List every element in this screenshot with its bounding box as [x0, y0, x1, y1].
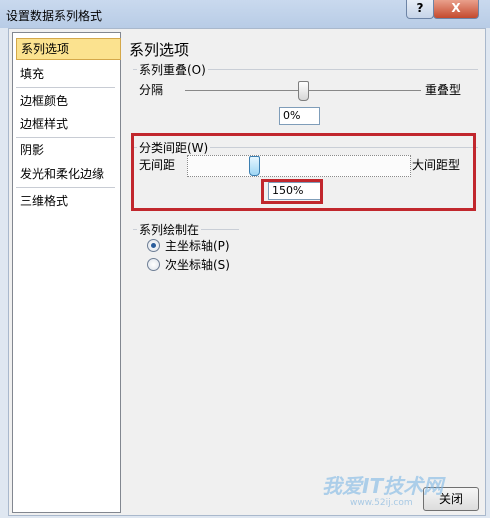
overlap-right-label: 重叠型 [425, 83, 462, 97]
watermark-text: 我爱IT技术网 [322, 474, 444, 498]
sidebar-item-series-options[interactable]: 系列选项 [16, 38, 121, 60]
window-title: 设置数据系列格式 [6, 9, 103, 23]
sidebar-separator [16, 187, 115, 188]
sidebar-item-3d-format[interactable]: 三维格式 [16, 191, 119, 211]
primary-axis-label[interactable]: 主坐标轴(P) [165, 237, 230, 254]
sidebar-separator [16, 137, 115, 138]
close-window-button[interactable]: X [433, 0, 479, 19]
sidebar-item-shadow[interactable]: 阴影 [16, 140, 119, 160]
secondary-axis-label[interactable]: 次坐标轴(S) [165, 256, 230, 273]
primary-axis-radio[interactable] [147, 239, 160, 252]
sidebar-item-border-color[interactable]: 边框颜色 [16, 91, 119, 111]
category-list: 系列选项 填充 边框颜色 边框样式 阴影 发光和柔化边缘 三维格式 [12, 32, 121, 513]
dialog-body: 系列选项 填充 边框颜色 边框样式 阴影 发光和柔化边缘 三维格式 系列选项 系… [8, 28, 486, 516]
plot-on-label: 系列绘制在 [137, 221, 202, 238]
title-bar: 设置数据系列格式 ? X [0, 0, 490, 28]
sidebar-item-border-style[interactable]: 边框样式 [16, 114, 119, 134]
radio-selected-dot [151, 243, 156, 248]
help-button[interactable]: ? [406, 0, 434, 19]
options-panel: 系列选项 系列重叠(O) 分隔 重叠型 0% 分类间距(W) 无间距 大间距型 … [123, 29, 481, 513]
secondary-axis-radio[interactable] [147, 258, 160, 271]
sidebar-item-glow-soft-edges[interactable]: 发光和柔化边缘 [16, 164, 119, 184]
overlap-slider-thumb[interactable] [298, 81, 309, 101]
series-overlap-label: 系列重叠(O) [137, 61, 208, 78]
overlap-value-input[interactable]: 0% [279, 107, 320, 125]
overlap-left-label: 分隔 [139, 83, 164, 97]
watermark-url: www.52ij.com [350, 498, 413, 508]
page-title: 系列选项 [129, 41, 190, 59]
sidebar-item-fill[interactable]: 填充 [16, 64, 119, 84]
sidebar-separator [16, 87, 115, 88]
gap-width-highlight [131, 133, 476, 211]
